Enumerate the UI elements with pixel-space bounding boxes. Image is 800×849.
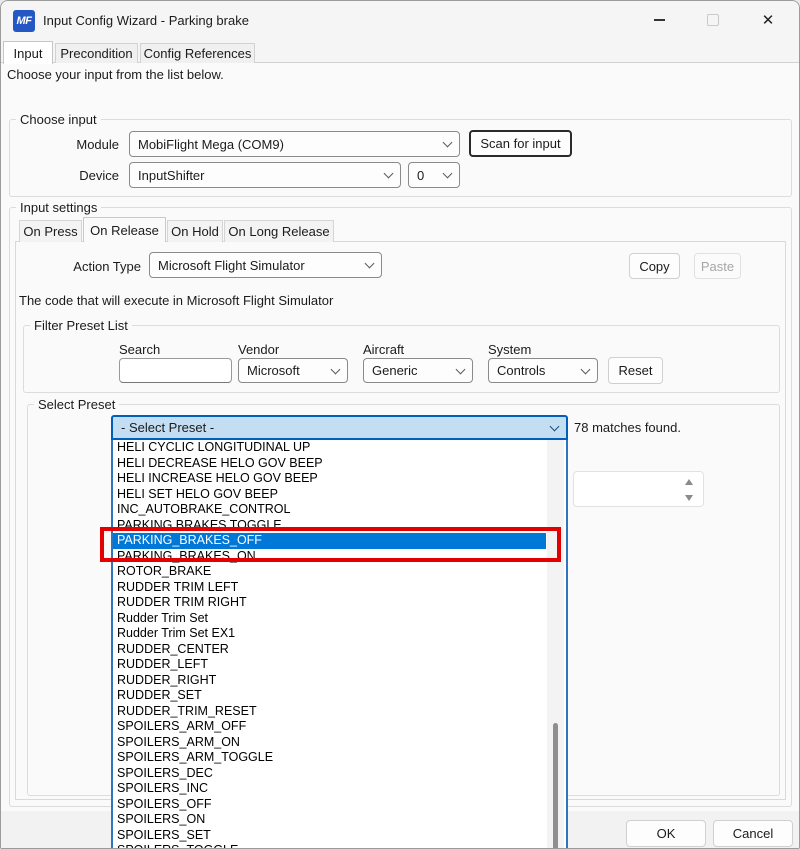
preset-list-item[interactable]: HELI SET HELO GOV BEEP — [113, 487, 546, 503]
tab-on-hold[interactable]: On Hold — [167, 220, 223, 242]
preset-list-item[interactable]: RUDDER_TRIM_RESET — [113, 704, 546, 720]
chevron-down-icon — [442, 168, 453, 179]
preset-list-item[interactable]: SPOILERS_ON — [113, 812, 546, 828]
paste-button: Paste — [694, 253, 741, 279]
select-preset-value: - Select Preset - — [121, 420, 215, 435]
preset-list-item[interactable]: SPOILERS_OFF — [113, 797, 546, 813]
vendor-dropdown[interactable]: Microsoft — [238, 358, 348, 383]
value-spinner[interactable] — [573, 471, 704, 507]
chevron-down-icon — [330, 364, 341, 374]
preset-list-item[interactable]: RUDDER_CENTER — [113, 642, 546, 658]
action-type-value: Microsoft Flight Simulator — [158, 257, 305, 273]
preset-list-item[interactable]: RUDDER_SET — [113, 688, 546, 704]
close-button[interactable]: ✕ — [745, 1, 791, 39]
vendor-label: Vendor — [238, 342, 280, 357]
scan-for-input-button[interactable]: Scan for input — [469, 130, 572, 157]
maximize-button — [690, 1, 736, 39]
window-title: Input Config Wizard - Parking brake — [43, 13, 249, 28]
preset-list-item[interactable]: SPOILERS_INC — [113, 781, 546, 797]
chevron-down-icon — [364, 258, 375, 269]
module-value: MobiFlight Mega (COM9) — [138, 136, 284, 152]
preset-list-item[interactable]: ROTOR_BRAKE — [113, 564, 546, 580]
preset-list-item[interactable]: Rudder Trim Set EX1 — [113, 626, 546, 642]
ok-button[interactable]: OK — [626, 820, 706, 847]
device-value: InputShifter — [138, 167, 205, 183]
dropdown-scrollbar-thumb[interactable] — [553, 723, 558, 848]
preset-list-item[interactable]: HELI DECREASE HELO GOV BEEP — [113, 456, 546, 472]
input-settings-legend: Input settings — [16, 200, 102, 215]
preset-list-item[interactable]: SPOILERS_TOGGLE — [113, 843, 546, 848]
aircraft-label: Aircraft — [363, 342, 405, 357]
preset-list-item[interactable]: RUDDER_RIGHT — [113, 673, 546, 689]
system-label: System — [488, 342, 532, 357]
preset-list-item[interactable]: SPOILERS_SET — [113, 828, 546, 844]
tab-on-release[interactable]: On Release — [83, 217, 166, 242]
dropdown-scrollbar[interactable] — [547, 439, 564, 848]
preset-list-item[interactable]: RUDDER_LEFT — [113, 657, 546, 673]
cancel-button[interactable]: Cancel — [713, 820, 793, 847]
preset-list-item[interactable]: SPOILERS_ARM_ON — [113, 735, 546, 751]
spinner-up-button[interactable] — [679, 474, 699, 490]
reset-button[interactable]: Reset — [608, 357, 663, 384]
intro-text: Choose your input from the list below. — [7, 67, 224, 82]
annotation-highlight-rectangle — [100, 527, 561, 562]
mobiflight-app-icon: MF — [13, 10, 35, 32]
arrow-up-icon — [685, 479, 693, 485]
code-hint-text: The code that will execute in Microsoft … — [19, 293, 334, 308]
preset-list-item[interactable]: INC_AUTOBRAKE_CONTROL — [113, 502, 546, 518]
close-icon: ✕ — [761, 11, 775, 29]
vendor-value: Microsoft — [247, 363, 300, 378]
action-type-label: Action Type — [73, 259, 141, 274]
select-preset-dropdown[interactable]: - Select Preset - — [111, 415, 568, 440]
system-dropdown[interactable]: Controls — [488, 358, 598, 383]
chevron-down-icon — [549, 421, 560, 431]
preset-dropdown-list: HELI CYCLIC LONGITUDINAL UP HELI DECREASE… — [111, 439, 568, 848]
tab-on-press[interactable]: On Press — [19, 220, 82, 242]
chevron-down-icon — [455, 364, 466, 374]
choose-input-legend: Choose input — [16, 112, 101, 127]
preset-list-item[interactable]: SPOILERS_ARM_TOGGLE — [113, 750, 546, 766]
select-preset-legend: Select Preset — [34, 397, 120, 412]
device-dropdown[interactable]: InputShifter — [129, 162, 401, 188]
module-dropdown[interactable]: MobiFlight Mega (COM9) — [129, 131, 460, 157]
module-label: Module — [76, 137, 119, 152]
copy-button[interactable]: Copy — [629, 253, 680, 279]
device-index-dropdown[interactable]: 0 — [408, 162, 460, 188]
matches-found-text: 78 matches found. — [574, 420, 681, 435]
preset-list-item[interactable]: Rudder Trim Set — [113, 611, 546, 627]
preset-list-item[interactable]: SPOILERS_ARM_OFF — [113, 719, 546, 735]
system-value: Controls — [497, 363, 546, 378]
preset-list-item[interactable]: HELI CYCLIC LONGITUDINAL UP — [113, 440, 546, 456]
aircraft-value: Generic — [372, 363, 418, 378]
preset-list-item[interactable]: RUDDER TRIM RIGHT — [113, 595, 546, 611]
device-index-value: 0 — [417, 167, 425, 183]
spinner-down-button[interactable] — [679, 490, 699, 506]
tab-config-references[interactable]: Config References — [140, 43, 255, 63]
chevron-down-icon — [383, 168, 394, 179]
filter-preset-legend: Filter Preset List — [30, 318, 132, 333]
arrow-down-icon — [685, 495, 693, 501]
tab-input[interactable]: Input — [3, 41, 53, 64]
preset-list-item[interactable]: RUDDER TRIM LEFT — [113, 580, 546, 596]
chevron-down-icon — [442, 137, 453, 148]
action-type-dropdown[interactable]: Microsoft Flight Simulator — [149, 252, 382, 278]
aircraft-dropdown[interactable]: Generic — [363, 358, 473, 383]
titlebar: MF Input Config Wizard - Parking brake ✕ — [1, 1, 799, 41]
preset-dropdown-list-items: HELI CYCLIC LONGITUDINAL UP HELI DECREASE… — [113, 440, 546, 848]
search-input[interactable] — [119, 358, 232, 383]
preset-list-item[interactable]: HELI INCREASE HELO GOV BEEP — [113, 471, 546, 487]
preset-list-item[interactable]: SPOILERS_DEC — [113, 766, 546, 782]
device-label: Device — [79, 168, 119, 183]
minimize-button[interactable] — [636, 1, 682, 39]
minimize-icon — [653, 19, 665, 21]
maximize-icon — [707, 14, 719, 26]
input-config-wizard-window: MF Input Config Wizard - Parking brake ✕… — [0, 0, 800, 849]
chevron-down-icon — [580, 364, 591, 374]
tab-on-long-release[interactable]: On Long Release — [224, 220, 334, 242]
tab-precondition[interactable]: Precondition — [55, 43, 138, 63]
search-label: Search — [119, 342, 161, 357]
